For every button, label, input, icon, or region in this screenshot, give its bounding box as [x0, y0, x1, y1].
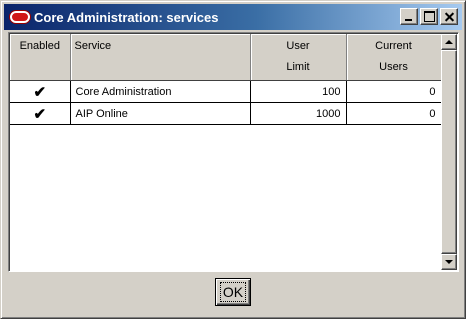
checkmark-icon: ✔	[33, 83, 47, 101]
minimize-icon[interactable]	[400, 8, 418, 25]
user-limit-cell[interactable]: 100	[250, 80, 347, 103]
services-table-panel: Enabled Service User Limit Current Users	[8, 32, 459, 272]
enabled-cell[interactable]: ✔	[10, 80, 71, 103]
column-header-user-limit[interactable]: User Limit	[250, 34, 347, 81]
user-limit-cell[interactable]: 1000	[250, 102, 347, 125]
checkmark-icon: ✔	[33, 105, 47, 123]
services-dialog: Core Administration: services Enabled Se…	[0, 0, 466, 319]
column-header-line2: Enabled	[19, 40, 60, 52]
scroll-down-icon[interactable]	[441, 254, 457, 270]
window-title: Core Administration: services	[34, 9, 219, 25]
maximize-icon[interactable]	[420, 8, 438, 25]
scroll-up-icon[interactable]	[441, 34, 457, 50]
close-icon[interactable]	[440, 8, 458, 25]
current-users-cell[interactable]: 0	[346, 80, 442, 103]
table-row[interactable]: ✔ Core Administration 100 0	[10, 80, 442, 103]
table-row[interactable]: ✔ AIP Online 1000 0	[10, 102, 442, 125]
column-header-line2: Limit	[286, 61, 310, 73]
column-header-service[interactable]: Service	[70, 34, 251, 81]
title-bar[interactable]: Core Administration: services	[4, 4, 462, 30]
column-header-line1: Current	[375, 40, 412, 52]
services-table: Enabled Service User Limit Current Users	[10, 34, 442, 125]
current-users-cell[interactable]: 0	[346, 102, 442, 125]
column-header-line2: Service	[74, 40, 112, 52]
column-header-line2: Users	[379, 61, 408, 73]
service-cell[interactable]: AIP Online	[70, 102, 251, 125]
vertical-scrollbar[interactable]	[441, 34, 457, 270]
ok-button[interactable]: OK	[215, 278, 251, 306]
enabled-cell[interactable]: ✔	[10, 102, 71, 125]
service-cell[interactable]: Core Administration	[70, 80, 251, 103]
oracle-icon	[10, 11, 30, 23]
ok-button-label: OK	[219, 282, 247, 302]
table-header-row: Enabled Service User Limit Current Users	[10, 34, 442, 81]
column-header-current-users[interactable]: Current Users	[346, 34, 442, 81]
column-header-enabled[interactable]: Enabled	[10, 34, 71, 81]
column-header-line1: User	[286, 40, 310, 52]
window-controls	[398, 8, 458, 25]
scrollbar-thumb[interactable]	[441, 50, 457, 254]
